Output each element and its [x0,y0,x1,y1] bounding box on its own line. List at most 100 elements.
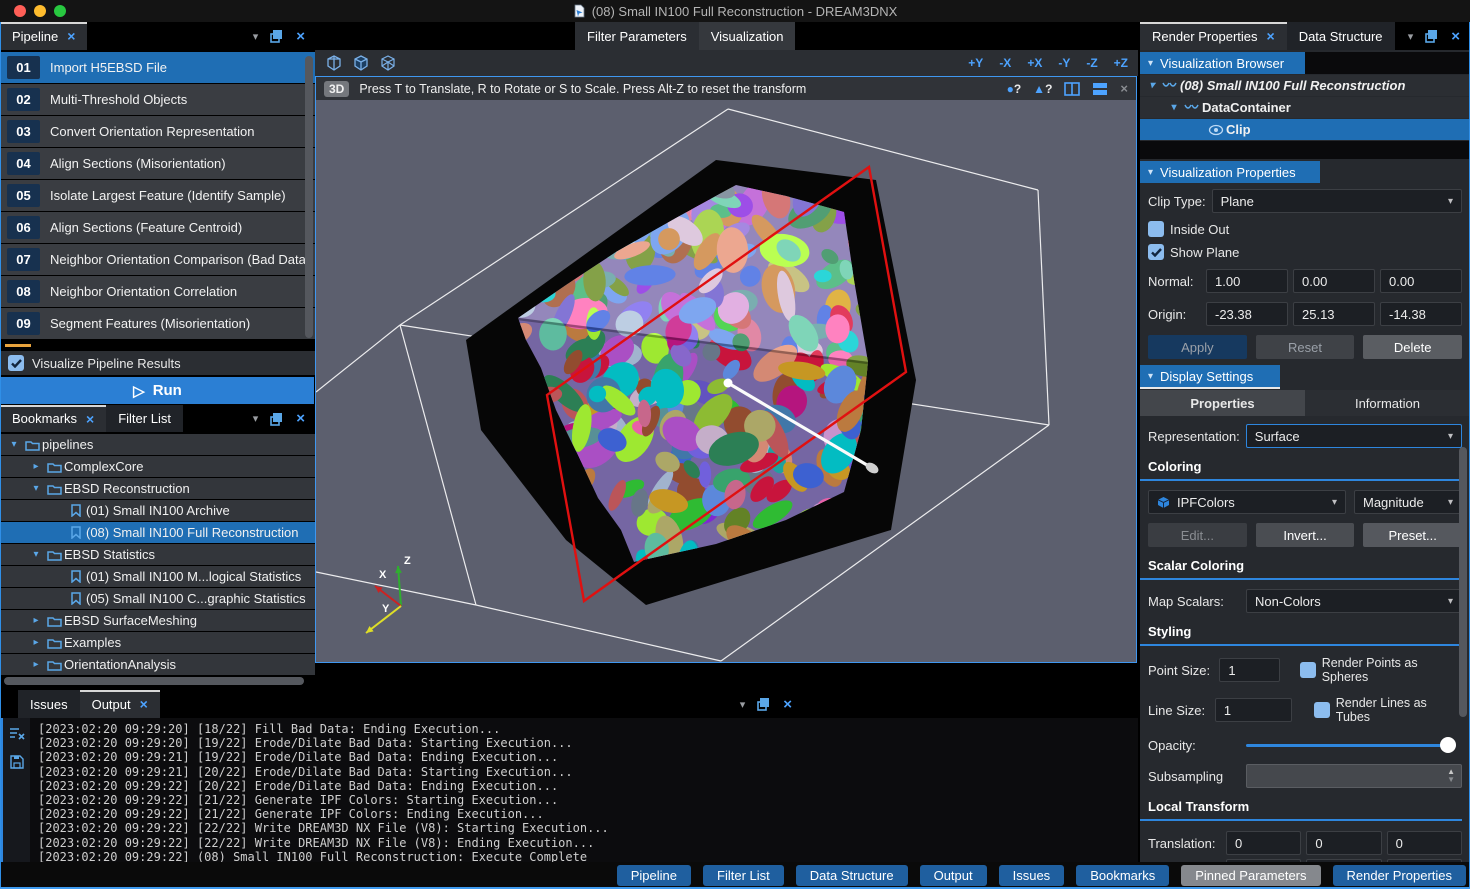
translation-z-field[interactable]: 0 [1387,831,1462,855]
pipeline-filter[interactable]: 09Segment Features (Misorientation) [0,308,315,339]
chevron-down-icon[interactable]: ▾ [253,412,259,425]
tab-render-properties[interactable]: Render Properties × [1140,22,1287,50]
translation-y-field[interactable]: 0 [1306,831,1381,855]
chevron-right-icon[interactable]: ▸ [28,637,44,648]
pipeline-filter[interactable]: 01Import H5EBSD File [0,52,315,83]
close-panel-icon[interactable]: × [783,696,792,713]
panel-toggle-output[interactable]: Output [920,865,987,886]
panel-toggle-render-properties[interactable]: Render Properties [1333,865,1467,886]
pipeline-filter[interactable]: 08Neighbor Orientation Correlation [0,276,315,307]
solid-cube-icon[interactable] [352,54,370,72]
browser-item-clip[interactable]: Clip [1140,119,1470,140]
render-points-spheres-checkbox[interactable] [1300,662,1316,678]
minimize-window-button[interactable] [34,5,46,17]
bookmark-tree-item[interactable]: ▾EBSD Reconstruction [0,478,315,499]
apply-button[interactable]: Apply [1148,335,1247,359]
render-lines-tubes-checkbox[interactable] [1314,702,1330,718]
chevron-down-icon[interactable]: ▾ [253,30,259,43]
translation-x-field[interactable]: 0 [1226,831,1301,855]
float-panel-icon[interactable] [270,29,284,43]
chevron-down-icon[interactable]: ▾ [28,549,44,560]
camera-axis-button[interactable]: -Z [1086,56,1097,70]
tab-properties[interactable]: Properties [1140,390,1305,416]
visualization-browser-header[interactable]: ▾Visualization Browser [1140,52,1470,74]
tab-pipeline[interactable]: Pipeline × [0,22,87,50]
tab-information[interactable]: Information [1305,390,1470,416]
normal-z-field[interactable]: 0.00 [1380,269,1462,293]
spin-down-icon[interactable]: ▼ [1447,776,1455,784]
console-log[interactable]: [2023:02:20 09:29:20] [18/22] Fill Bad D… [30,718,609,862]
pipeline-filter[interactable]: 03Convert Orientation Representation [0,116,315,147]
pipeline-filter[interactable]: 05Isolate Largest Feature (Identify Samp… [0,180,315,211]
chevron-down-icon[interactable]: ▾ [6,439,22,450]
chevron-right-icon[interactable]: ▸ [28,461,44,472]
bookmark-tree-item[interactable]: ▸Examples [0,632,315,653]
run-button[interactable]: ▷ Run [1,377,314,404]
display-settings-header[interactable]: ▾Display Settings [1140,365,1470,387]
tab-filter-list[interactable]: Filter List [106,405,183,432]
float-panel-icon[interactable] [757,697,771,711]
reset-button[interactable]: Reset [1256,335,1355,359]
camera-axis-button[interactable]: -Y [1058,56,1070,70]
chevron-right-icon[interactable]: ▸ [28,659,44,670]
close-icon[interactable]: × [1267,28,1275,44]
bookmark-tree-item[interactable]: (05) Small IN100 C...graphic Statistics [0,588,315,609]
invert-colormap-button[interactable]: Invert... [1256,523,1355,547]
render-view-3d[interactable]: ZXY [316,100,1136,662]
float-panel-icon[interactable] [1425,29,1439,43]
delete-button[interactable]: Delete [1363,335,1462,359]
chevron-down-icon[interactable]: ▾ [1166,102,1182,113]
visualize-results-checkbox[interactable] [8,355,24,371]
chevron-down-icon[interactable]: ▾ [1408,30,1414,43]
camera-axis-button[interactable]: -X [999,56,1011,70]
close-view-icon[interactable]: × [1120,81,1128,96]
origin-y-field[interactable]: 25.13 [1293,302,1375,326]
camera-axis-button[interactable]: +Z [1114,56,1128,70]
chevron-down-icon[interactable]: ▾ [28,483,44,494]
close-panel-icon[interactable]: × [1451,28,1460,45]
cell-picking-help-icon[interactable]: ▲? [1033,82,1052,96]
tab-data-structure[interactable]: Data Structure [1287,22,1395,50]
maximize-window-button[interactable] [54,5,66,17]
panel-toggle-pinned-parameters[interactable]: Pinned Parameters [1181,865,1320,886]
show-plane-checkbox[interactable] [1148,244,1164,260]
pipeline-filter[interactable]: 06Align Sections (Feature Centroid) [0,212,315,243]
origin-x-field[interactable]: -23.38 [1206,302,1288,326]
panel-toggle-issues[interactable]: Issues [999,865,1065,886]
clip-type-dropdown[interactable]: Plane ▾ [1212,189,1462,213]
tab-issues[interactable]: Issues [18,690,80,718]
tab-bookmarks[interactable]: Bookmarks × [0,405,106,432]
camera-axis-button[interactable]: +Y [968,56,983,70]
bookmark-tree-item[interactable]: (01) Small IN100 Archive [0,500,315,521]
tab-filter-parameters[interactable]: Filter Parameters [575,22,699,50]
pipeline-filter[interactable]: 02Multi-Threshold Objects [0,84,315,115]
bookmark-tree-item[interactable]: ▾EBSD Statistics [0,544,315,565]
color-component-dropdown[interactable]: Magnitude ▾ [1354,490,1462,514]
pipeline-filter[interactable]: 07Neighbor Orientation Comparison (Bad D… [0,244,315,275]
save-log-icon[interactable] [10,755,24,769]
opacity-slider-thumb[interactable] [1440,737,1456,753]
bookmark-tree-item[interactable]: (08) Small IN100 Full Reconstruction [0,522,315,543]
line-size-field[interactable]: 1 [1215,698,1292,722]
map-scalars-dropdown[interactable]: Non-Colors ▾ [1246,589,1462,613]
bookmark-tree-item[interactable]: ▸EBSD SurfaceMeshing [0,610,315,631]
split-vertical-icon[interactable] [1064,82,1080,96]
clear-log-icon[interactable] [9,727,25,741]
camera-cube-icon[interactable] [325,54,343,72]
chevron-right-icon[interactable]: ▸ [28,615,44,626]
render-panel-scrollbar[interactable] [1459,447,1467,717]
panel-toggle-pipeline[interactable]: Pipeline [617,865,691,886]
close-panel-icon[interactable]: × [296,410,305,427]
panel-toggle-bookmarks[interactable]: Bookmarks [1076,865,1169,886]
chevron-down-icon[interactable]: ▾ [740,698,746,711]
pipeline-scrollbar[interactable] [305,56,313,338]
close-icon[interactable]: × [140,696,148,712]
bookmarks-hscrollbar[interactable] [4,677,304,685]
point-size-field[interactable]: 1 [1219,658,1279,682]
preset-colormap-button[interactable]: Preset... [1363,523,1462,547]
eye-icon[interactable] [1206,124,1226,136]
normal-y-field[interactable]: 0.00 [1293,269,1375,293]
color-array-dropdown[interactable]: IPFColors ▾ [1148,490,1346,514]
panel-toggle-filter-list[interactable]: Filter List [703,865,784,886]
bookmark-tree-item[interactable]: ▸ComplexCore [0,456,315,477]
